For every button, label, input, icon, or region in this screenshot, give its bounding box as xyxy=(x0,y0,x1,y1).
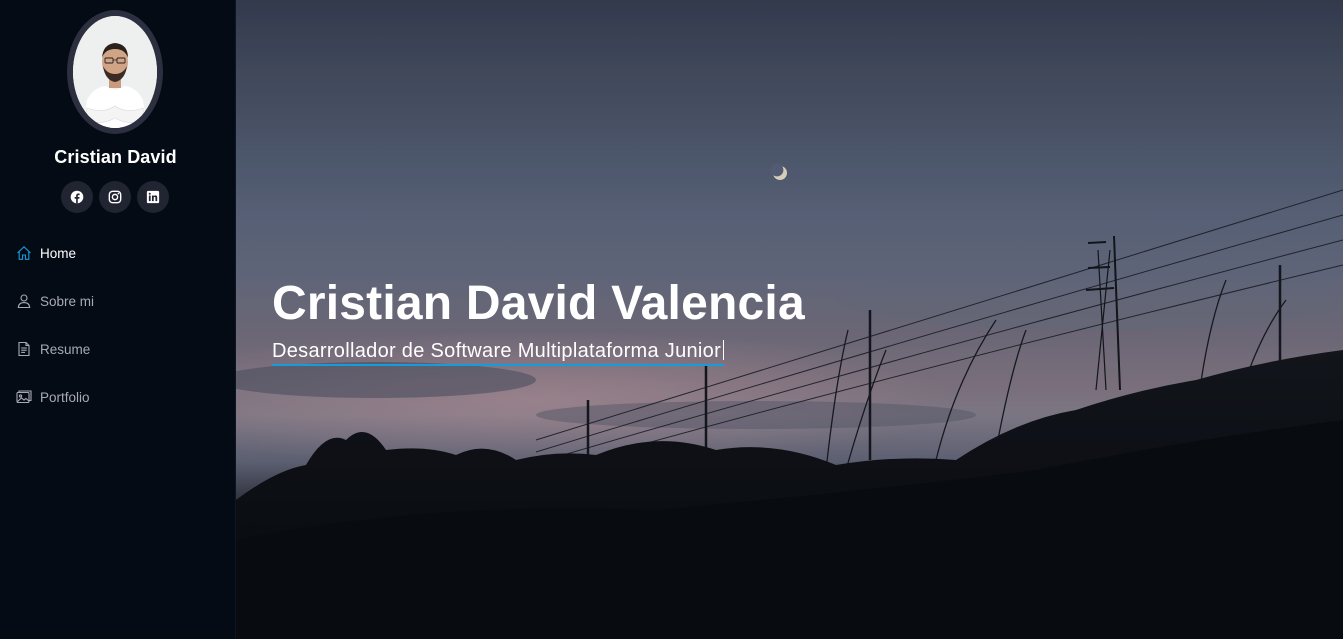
nav-label-sobre-mi: Sobre mi xyxy=(40,293,95,309)
hero-subtitle-text: Desarrollador de Software Multiplataform… xyxy=(272,340,722,362)
linkedin-button[interactable] xyxy=(137,181,169,213)
nav-item-sobre-mi[interactable]: Sobre mi xyxy=(0,277,236,325)
profile-photo-icon xyxy=(73,16,157,128)
linkedin-icon xyxy=(146,190,160,204)
facebook-icon xyxy=(70,190,84,204)
nav-label-resume: Resume xyxy=(40,341,91,357)
hero-subtitle: Desarrollador de Software Multiplataform… xyxy=(272,340,725,366)
main-nav: Home Sobre mi Resume Portfolio xyxy=(0,229,236,421)
file-text-icon xyxy=(16,341,32,357)
hero-section: Cristian David Valencia Desarrollador de… xyxy=(236,0,1343,639)
home-icon xyxy=(16,245,32,261)
facebook-button[interactable] xyxy=(61,181,93,213)
nav-item-portfolio[interactable]: Portfolio xyxy=(0,373,236,421)
person-icon xyxy=(16,293,32,309)
nav-item-resume[interactable]: Resume xyxy=(0,325,236,373)
instagram-icon xyxy=(108,190,122,204)
nav-label-home: Home xyxy=(40,245,77,261)
social-links xyxy=(61,181,169,213)
images-icon xyxy=(16,389,32,405)
profile-name: Cristian David xyxy=(54,147,177,167)
typing-cursor xyxy=(723,340,725,360)
profile-avatar xyxy=(67,10,163,134)
nav-item-home[interactable]: Home xyxy=(0,229,236,277)
sidebar: Cristian David Home Sobre mi Resume Port… xyxy=(0,0,236,639)
instagram-button[interactable] xyxy=(99,181,131,213)
hero-title: Cristian David Valencia xyxy=(272,277,805,330)
nav-label-portfolio: Portfolio xyxy=(40,389,90,405)
